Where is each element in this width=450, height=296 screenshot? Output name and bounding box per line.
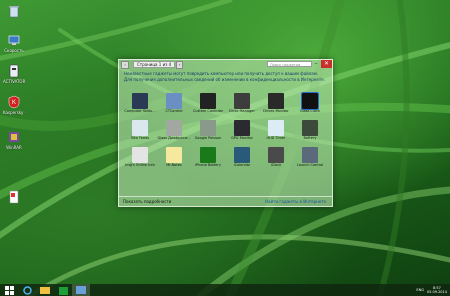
network-icon [7, 33, 21, 47]
gadget-tile[interactable]: CTControl [157, 93, 191, 115]
gadget-gallery-window: ‹ Страница 1 из 4 › Поиск гаджетов – ✕ Н… [118, 59, 333, 207]
page-indicator: Страница 1 из 4 [133, 61, 176, 68]
gadget-thumbnail [166, 120, 182, 136]
gadget-tile[interactable]: iCalendar [225, 147, 259, 169]
gadget-thumbnail [234, 147, 250, 163]
desktop-icon-recycle-bin[interactable] [3, 4, 25, 19]
gadget-tile[interactable]: Custom Calendar [191, 93, 225, 115]
svg-text:K: K [12, 100, 16, 106]
windows-start-icon [4, 285, 14, 295]
gadget-thumbnail [234, 120, 250, 136]
gadget-tile[interactable]: Computer Statu... [123, 93, 157, 115]
gadgets-taskbar-button[interactable] [72, 284, 90, 296]
start-button[interactable] [0, 284, 18, 296]
gadget-tile-selected[interactable]: Glass Clock [293, 92, 327, 115]
gadget-tile[interactable]: Img's Online Info [123, 147, 157, 169]
gadget-tile[interactable]: iClock [259, 147, 293, 169]
gadget-thumbnail [302, 120, 318, 136]
kaspersky-icon: K [7, 95, 21, 109]
security-notice: Неизвестные гаджеты могут повредить комп… [124, 71, 325, 82]
gadget-thumbnail [200, 120, 216, 136]
store-taskbar-button[interactable] [54, 284, 72, 296]
ie-icon [22, 285, 32, 295]
clock-date: 05.09.2014 [426, 290, 447, 294]
gadget-thumbnail [132, 120, 148, 136]
gadget-thumbnail [302, 147, 318, 163]
desktop-icon-activator[interactable]: ACTIVATOR [3, 64, 25, 84]
gadget-thumbnail [301, 92, 319, 110]
ie-taskbar-button[interactable] [18, 284, 36, 296]
gadget-tile[interactable]: Battery [293, 120, 327, 142]
gadget-grid: Computer Statu... CTControl Custom Calen… [123, 92, 329, 169]
explorer-taskbar-button[interactable] [36, 284, 54, 296]
clock[interactable]: 8:57 05.09.2014 [427, 286, 447, 294]
gadget-thumbnail [268, 120, 284, 136]
gallery-titlebar: ‹ Страница 1 из 4 › Поиск гаджетов – ✕ [119, 60, 332, 69]
show-details-toggle[interactable]: Показать подробности [123, 199, 171, 204]
gadget-thumbnail [200, 93, 216, 109]
file-icon [7, 190, 21, 204]
gadget-thumbnail [268, 93, 284, 109]
prev-page-button[interactable]: ‹ [121, 60, 129, 69]
gadget-thumbnail [200, 147, 216, 163]
folder-icon [40, 287, 50, 294]
system-tray: ENG 8:57 05.09.2014 [416, 284, 447, 296]
gadget-thumbnail [132, 147, 148, 163]
store-icon [58, 286, 68, 295]
recycle-bin-icon [7, 4, 21, 18]
desktop-icon-winrar[interactable]: WinRAR [3, 130, 25, 150]
gadget-thumbnail [132, 93, 148, 109]
gadget-tile[interactable]: GPU Monitor [225, 120, 259, 142]
gadget-tile[interactable]: Launch Control [293, 147, 327, 169]
gadget-thumbnail [166, 147, 182, 163]
winrar-icon [7, 130, 21, 144]
gadget-tile[interactable]: Google Poisson [191, 120, 225, 142]
gadget-tile[interactable]: Drive Manager [225, 93, 259, 115]
gadget-tile[interactable]: iPhone Battery [191, 147, 225, 169]
gadgets-icon [76, 286, 86, 294]
desktop-icon-network[interactable]: Скорость [3, 33, 25, 53]
gadget-thumbnail [234, 93, 250, 109]
gadget-tile[interactable]: Mr.Notes [157, 147, 191, 169]
gadget-tile[interactable]: Glass Диафрагм... [157, 120, 191, 142]
gadget-thumbnail [166, 93, 182, 109]
next-page-button[interactable]: › [176, 60, 184, 69]
gadget-tile[interactable]: Geo Feeds [123, 120, 157, 142]
desktop-icon-kaspersky[interactable]: K Kaspersky CleanMaster [3, 95, 25, 115]
close-icon[interactable]: ✕ [321, 60, 332, 68]
gallery-footer: Показать подробности Найти гаджеты в Инт… [119, 196, 332, 206]
taskbar: ENG 8:57 05.09.2014 [0, 284, 450, 296]
gadget-tile[interactable]: Drives Monitor [259, 93, 293, 115]
gadget-tile[interactable]: HUD Timer [259, 120, 293, 142]
get-gadgets-online-link[interactable]: Найти гаджеты в Интернете [265, 199, 326, 204]
minimize-icon[interactable]: – [312, 60, 320, 68]
desktop-icon-file[interactable] [3, 190, 25, 205]
activator-icon [7, 64, 21, 78]
search-input[interactable]: Поиск гаджетов [267, 61, 312, 67]
gadget-thumbnail [268, 147, 284, 163]
keyboard-language[interactable]: ENG [416, 288, 424, 292]
